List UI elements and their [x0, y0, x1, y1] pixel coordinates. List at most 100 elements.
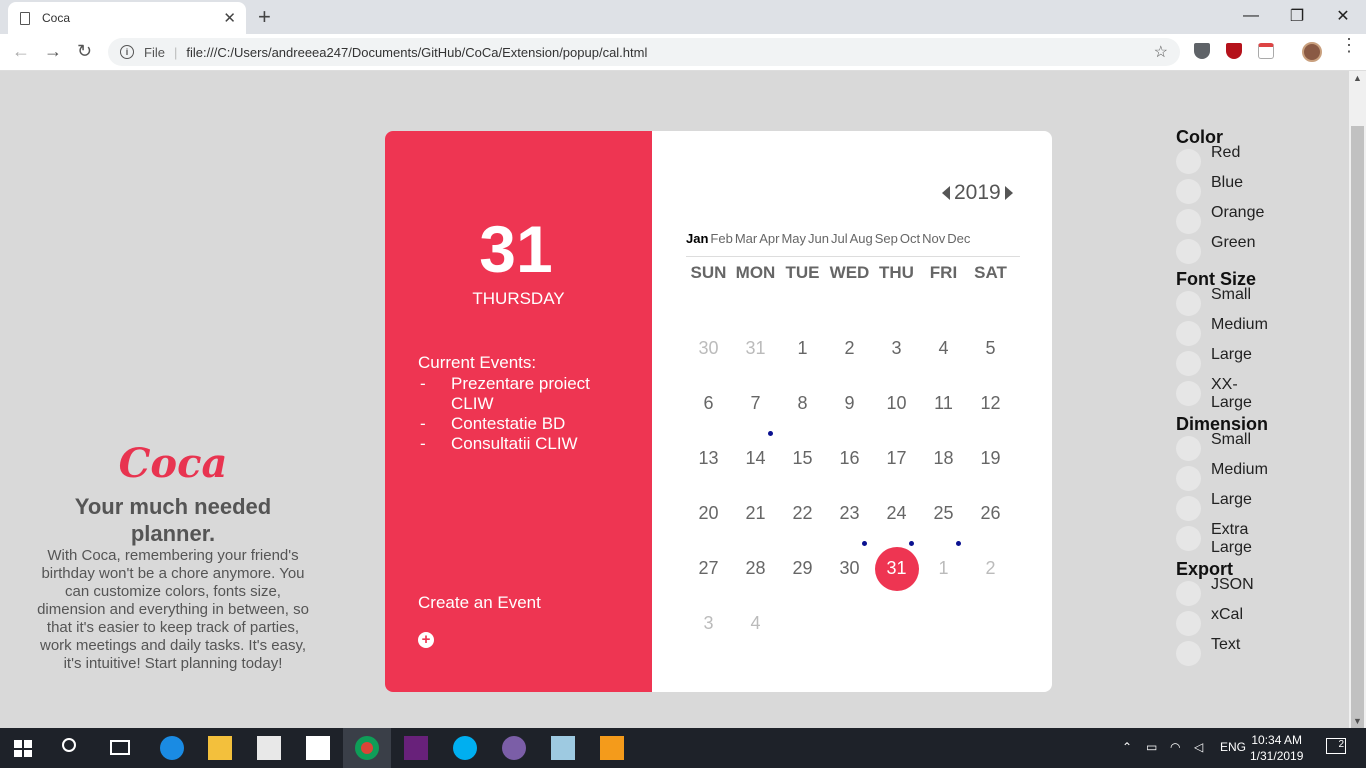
mail-icon[interactable] — [306, 736, 330, 760]
create-event-link[interactable]: Create an Event — [418, 593, 541, 613]
day-cell[interactable]: 24 — [873, 486, 920, 541]
radio-button[interactable] — [1176, 581, 1201, 606]
radio-button[interactable] — [1176, 641, 1201, 666]
month-apr[interactable]: Apr — [759, 231, 779, 256]
day-cell[interactable]: 10 — [873, 376, 920, 431]
window-close-button[interactable]: ✕ — [1320, 0, 1366, 32]
day-cell[interactable]: 5 — [967, 321, 1014, 376]
month-may[interactable]: May — [781, 231, 806, 256]
new-tab-button[interactable]: + — [258, 4, 271, 30]
radio-button[interactable] — [1176, 321, 1201, 346]
day-cell[interactable]: 27 — [685, 541, 732, 596]
day-cell[interactable]: 4 — [920, 321, 967, 376]
info-icon[interactable]: i — [120, 45, 134, 59]
month-oct[interactable]: Oct — [900, 231, 920, 256]
settings-option[interactable]: JSON — [1176, 576, 1296, 609]
add-event-icon[interactable]: + — [418, 632, 434, 648]
chrome-icon[interactable] — [355, 736, 379, 760]
settings-option[interactable]: Green — [1176, 234, 1296, 267]
forward-button[interactable]: → — [44, 41, 62, 62]
day-cell[interactable]: 17 — [873, 431, 920, 486]
day-cell[interactable]: 11 — [920, 376, 967, 431]
day-cell[interactable]: 16 — [826, 431, 873, 486]
file-explorer-icon[interactable] — [208, 736, 232, 760]
settings-option[interactable]: Medium — [1176, 461, 1296, 494]
month-dec[interactable]: Dec — [947, 231, 970, 256]
settings-option[interactable]: Text — [1176, 636, 1296, 669]
day-cell[interactable]: 31 — [732, 321, 779, 376]
system-clock[interactable]: 10:34 AM 1/31/2019 — [1250, 732, 1303, 764]
day-cell[interactable]: 19 — [967, 431, 1014, 486]
month-jan[interactable]: Jan — [686, 231, 708, 256]
day-cell[interactable]: 9 — [826, 376, 873, 431]
day-cell[interactable]: 3 — [873, 321, 920, 376]
day-cell[interactable]: 20 — [685, 486, 732, 541]
settings-option[interactable]: Large — [1176, 346, 1296, 379]
settings-option[interactable]: xCal — [1176, 606, 1296, 639]
month-sep[interactable]: Sep — [875, 231, 898, 256]
day-cell[interactable]: 30 — [685, 321, 732, 376]
event-item[interactable]: - Consultatii CLIW — [418, 434, 611, 454]
back-button[interactable]: ← — [12, 41, 30, 62]
settings-option[interactable]: Small — [1176, 431, 1296, 464]
radio-button[interactable] — [1176, 526, 1201, 551]
settings-option[interactable]: XX-Large — [1176, 376, 1296, 412]
day-cell[interactable]: 29 — [779, 541, 826, 596]
battery-icon[interactable]: ▭ — [1146, 740, 1157, 754]
day-cell[interactable]: 28 — [732, 541, 779, 596]
day-cell[interactable]: 8 — [779, 376, 826, 431]
radio-button[interactable] — [1176, 611, 1201, 636]
day-cell[interactable]: 3 — [685, 596, 732, 651]
event-item[interactable]: - Prezentare proiect CLIW — [418, 374, 611, 414]
store-icon[interactable] — [257, 736, 281, 760]
url-text[interactable]: file:///C:/Users/andreeea247/Documents/G… — [186, 45, 647, 60]
day-cell[interactable]: 1 — [779, 321, 826, 376]
language-indicator[interactable]: ENG — [1220, 740, 1246, 754]
start-icon[interactable] — [14, 740, 32, 757]
event-item[interactable]: - Contestatie BD — [418, 414, 611, 434]
visual-studio-icon[interactable] — [404, 736, 428, 760]
day-cell[interactable]: 7 — [732, 376, 779, 431]
bookmark-star-icon[interactable]: ☆ — [1154, 42, 1168, 62]
day-cell[interactable]: 15 — [779, 431, 826, 486]
radio-button[interactable] — [1176, 149, 1201, 174]
edge-icon[interactable] — [160, 736, 184, 760]
radio-button[interactable] — [1176, 351, 1201, 376]
browser-tab[interactable]: Coca ✕ — [8, 2, 246, 34]
scroll-up-icon[interactable]: ▲ — [1353, 73, 1362, 83]
page-scrollbar[interactable]: ▲ ▼ — [1349, 71, 1366, 768]
search-icon[interactable] — [62, 738, 76, 752]
settings-option[interactable]: Blue — [1176, 174, 1296, 207]
minimize-button[interactable]: — — [1228, 0, 1274, 32]
radio-button[interactable] — [1176, 179, 1201, 204]
day-cell[interactable]: 22 — [779, 486, 826, 541]
radio-button[interactable] — [1176, 436, 1201, 461]
month-feb[interactable]: Feb — [710, 231, 732, 256]
radio-button[interactable] — [1176, 291, 1201, 316]
month-aug[interactable]: Aug — [850, 231, 873, 256]
tray-chevron-icon[interactable]: ⌃ — [1122, 740, 1132, 754]
calendar-extension-icon[interactable] — [1258, 43, 1274, 59]
skype-icon[interactable] — [453, 736, 477, 760]
day-cell[interactable]: 13 — [685, 431, 732, 486]
settings-option[interactable]: Extra Large — [1176, 521, 1296, 557]
address-bar[interactable]: i File | file:///C:/Users/andreeea247/Do… — [108, 38, 1180, 66]
scroll-down-icon[interactable]: ▼ — [1353, 716, 1362, 726]
month-jul[interactable]: Jul — [831, 231, 848, 256]
restore-button[interactable]: ❐ — [1274, 0, 1320, 32]
month-jun[interactable]: Jun — [808, 231, 829, 256]
ublock-extension-icon[interactable] — [1226, 43, 1242, 59]
sublime-text-icon[interactable] — [600, 736, 624, 760]
task-view-icon[interactable] — [110, 740, 130, 755]
profile-avatar[interactable] — [1302, 42, 1322, 62]
day-cell[interactable]: 4 — [732, 596, 779, 651]
prev-year-icon[interactable] — [942, 186, 950, 200]
scroll-thumb[interactable] — [1351, 126, 1364, 768]
settings-option[interactable]: Orange — [1176, 204, 1296, 237]
tab-close-icon[interactable]: ✕ — [223, 9, 236, 27]
next-year-icon[interactable] — [1004, 186, 1013, 200]
notifications-icon[interactable]: 2 — [1326, 738, 1346, 754]
month-nov[interactable]: Nov — [922, 231, 945, 256]
radio-button[interactable] — [1176, 209, 1201, 234]
day-cell[interactable]: 26 — [967, 486, 1014, 541]
